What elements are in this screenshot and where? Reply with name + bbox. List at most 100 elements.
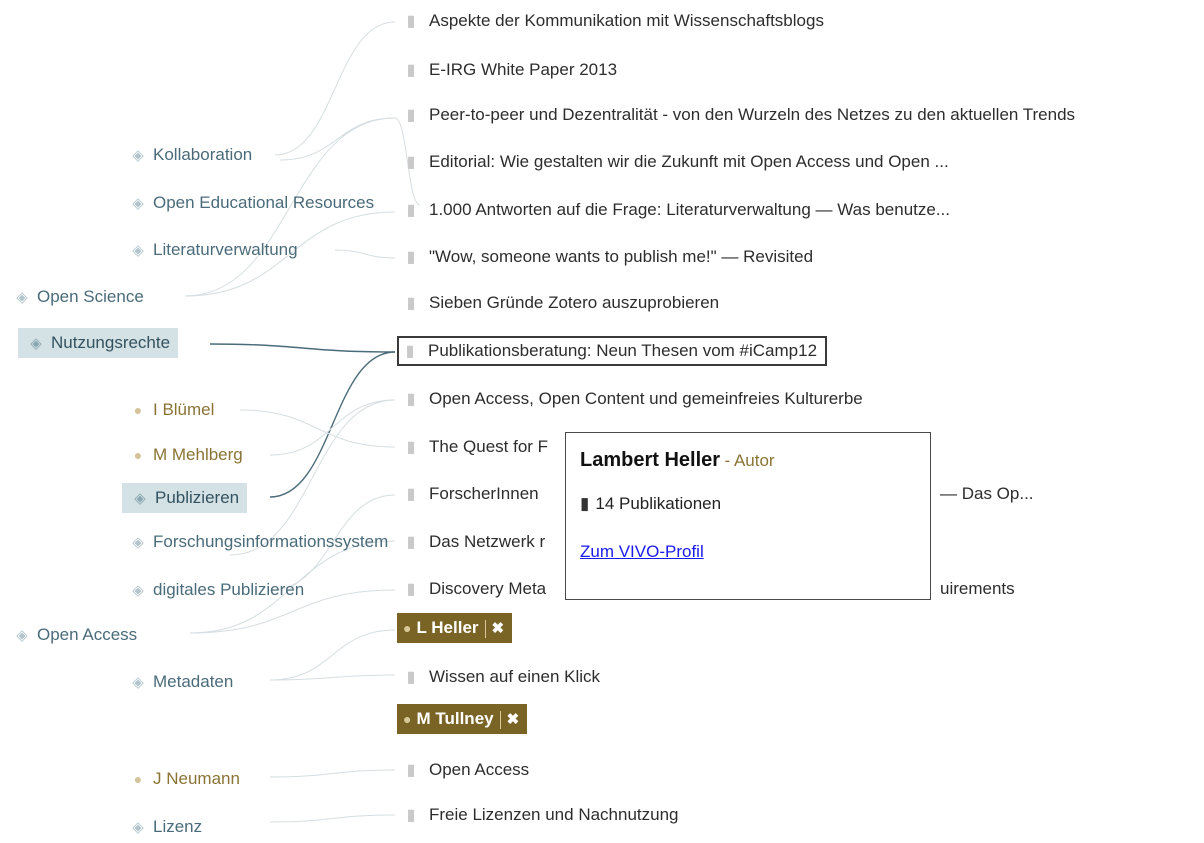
person-label: M Mehlberg <box>153 445 243 464</box>
tag-open-educational-resources[interactable]: ◈ Open Educational Resources <box>130 188 374 218</box>
publication-title: Discovery Meta <box>429 579 547 598</box>
document-icon: ▮ <box>406 154 416 171</box>
vivo-profile-link[interactable]: Zum VIVO-Profil <box>580 542 704 562</box>
person-icon: ● <box>133 447 143 463</box>
tag-label: Lizenz <box>153 817 203 836</box>
popup-header: Lambert Heller - Autor <box>580 449 916 472</box>
author-chip-l-heller[interactable]: ● L Heller ✖ <box>397 613 513 643</box>
popup-author-role: - Autor <box>724 451 775 470</box>
tag-label: Nutzungsrechte <box>51 333 171 352</box>
publication-item-active[interactable]: ▮ Publikationsberatung: Neun Thesen vom #… <box>397 336 828 366</box>
tag-digitales-publizieren[interactable]: ◈ digitales Publizieren <box>130 575 304 605</box>
publication-title-tail: uirements <box>940 579 1015 598</box>
publication-title: The Quest for F <box>429 437 549 456</box>
connection-line <box>269 629 396 681</box>
tag-forschungsinformationssystem[interactable]: ◈ Forschungsinformationssystem <box>130 527 388 557</box>
connection-line <box>334 249 396 259</box>
publication-item[interactable]: ▮ Das Netzwerk r <box>404 527 546 557</box>
connection-line <box>269 674 396 681</box>
document-icon: ▮ <box>406 107 416 124</box>
publication-item[interactable]: ▮ ForscherInnen <box>404 479 539 509</box>
document-icon: ▮ <box>405 343 415 360</box>
author-chip-label: L Heller <box>416 618 479 637</box>
tag-label: Open Science <box>37 287 144 306</box>
publication-item[interactable]: ▮ Editorial: Wie gestalten wir die Zukunf… <box>404 147 949 177</box>
person-i-bluemel[interactable]: ● I Blümel <box>130 395 215 425</box>
connection-line <box>269 351 396 498</box>
connection-line <box>279 117 396 161</box>
connection-line <box>274 21 396 156</box>
document-icon: ▮ <box>406 581 416 598</box>
tag-icon: ◈ <box>132 242 144 259</box>
publication-item[interactable]: ▮ Freie Lizenzen und Nachnutzung <box>404 800 679 830</box>
tag-lizenz[interactable]: ◈ Lizenz <box>130 812 202 842</box>
popup-author-name: Lambert Heller <box>580 449 721 471</box>
publication-title: Open Access <box>429 760 530 779</box>
tag-literaturverwaltung[interactable]: ◈ Literaturverwaltung <box>130 235 298 265</box>
publication-title: Freie Lizenzen und Nachnutzung <box>429 805 679 824</box>
tag-publizieren[interactable]: ◈ Publizieren <box>122 483 248 513</box>
publication-title: Sieben Gründe Zotero auszuprobieren <box>429 293 720 312</box>
tag-nutzungsrechte[interactable]: ◈ Nutzungsrechte <box>18 328 179 358</box>
tag-open-science[interactable]: ◈ Open Science <box>14 282 144 312</box>
tag-icon: ◈ <box>132 582 144 599</box>
person-j-neumann[interactable]: ● J Neumann <box>130 764 240 794</box>
tag-label: Open Access <box>37 625 138 644</box>
tag-icon: ◈ <box>30 335 42 352</box>
tag-icon: ◈ <box>132 819 144 836</box>
document-icon: ▮ <box>406 762 416 779</box>
document-icon: ▮ <box>406 669 416 686</box>
tag-label: Forschungsinformationssystem <box>153 532 389 551</box>
connection-line <box>209 343 396 353</box>
connection-line <box>239 409 396 448</box>
chip-divider <box>499 710 501 729</box>
tag-open-access[interactable]: ◈ Open Access <box>14 620 137 650</box>
publication-item[interactable]: ▮ Open Access <box>404 755 530 785</box>
publication-title: ForscherInnen <box>429 484 539 503</box>
person-m-mehlberg[interactable]: ● M Mehlberg <box>130 440 243 470</box>
tag-label: Metadaten <box>153 672 234 691</box>
publication-item[interactable]: ▮ Aspekte der Kommunikation mit Wissensch… <box>404 6 824 36</box>
document-icon: ▮ <box>406 295 416 312</box>
publication-title: Aspekte der Kommunikation mit Wissenscha… <box>429 11 824 30</box>
publication-item[interactable]: ▮ Peer-to-peer und Dezentralität - von de… <box>404 100 1075 130</box>
tag-icon: ◈ <box>16 627 28 644</box>
publication-item[interactable]: ▮ The Quest for F <box>404 432 548 462</box>
document-icon: ▮ <box>406 391 416 408</box>
connection-line <box>269 769 396 778</box>
tag-label: Literaturverwaltung <box>153 240 298 259</box>
publication-title: Editorial: Wie gestalten wir die Zukunft… <box>429 152 949 171</box>
document-icon: ▮ <box>406 534 416 551</box>
document-icon: ▮ <box>406 249 416 266</box>
document-icon: ▮ <box>580 494 590 513</box>
person-label: J Neumann <box>153 769 240 788</box>
publication-item[interactable]: ▮ Open Access, Open Content und gemeinfre… <box>404 384 863 414</box>
person-label: I Blümel <box>153 400 215 419</box>
publication-item[interactable]: ▮ Sieben Gründe Zotero auszuprobieren <box>404 288 720 318</box>
publication-title: Publikationsberatung: Neun Thesen vom #i… <box>428 341 818 360</box>
publication-item[interactable]: ▮ Discovery Meta <box>404 574 547 604</box>
tag-icon: ◈ <box>132 534 144 551</box>
author-chip-m-tullney[interactable]: ● M Tullney ✖ <box>397 704 528 734</box>
publication-title: E-IRG White Paper 2013 <box>429 60 618 79</box>
publication-item[interactable]: ▮ 1.000 Antworten auf die Frage: Literatu… <box>404 195 950 225</box>
publication-title: 1.000 Antworten auf die Frage: Literatur… <box>429 200 950 219</box>
publication-title-tail: — Das Op... <box>940 484 1034 503</box>
publication-title: Open Access, Open Content und gemeinfrei… <box>429 389 863 408</box>
document-icon: ▮ <box>406 13 416 30</box>
tag-icon: ◈ <box>134 490 146 507</box>
tag-label: Kollaboration <box>153 145 253 164</box>
tag-kollaboration[interactable]: ◈ Kollaboration <box>130 140 252 170</box>
author-chip-label: M Tullney <box>416 709 494 728</box>
publication-item[interactable]: ▮ Wissen auf einen Klick <box>404 662 600 692</box>
connection-line <box>269 399 396 456</box>
close-icon[interactable]: ✖ <box>507 711 520 728</box>
publication-item[interactable]: ▮ "Wow, someone wants to publish me!" — R… <box>404 242 813 272</box>
publication-item[interactable]: ▮ E-IRG White Paper 2013 <box>404 55 617 85</box>
tag-icon: ◈ <box>132 147 144 164</box>
publication-title: Peer-to-peer und Dezentralität - von den… <box>429 105 1076 124</box>
tag-metadaten[interactable]: ◈ Metadaten <box>130 667 233 697</box>
document-icon: ▮ <box>406 439 416 456</box>
close-icon[interactable]: ✖ <box>492 620 505 637</box>
document-icon: ▮ <box>406 807 416 824</box>
